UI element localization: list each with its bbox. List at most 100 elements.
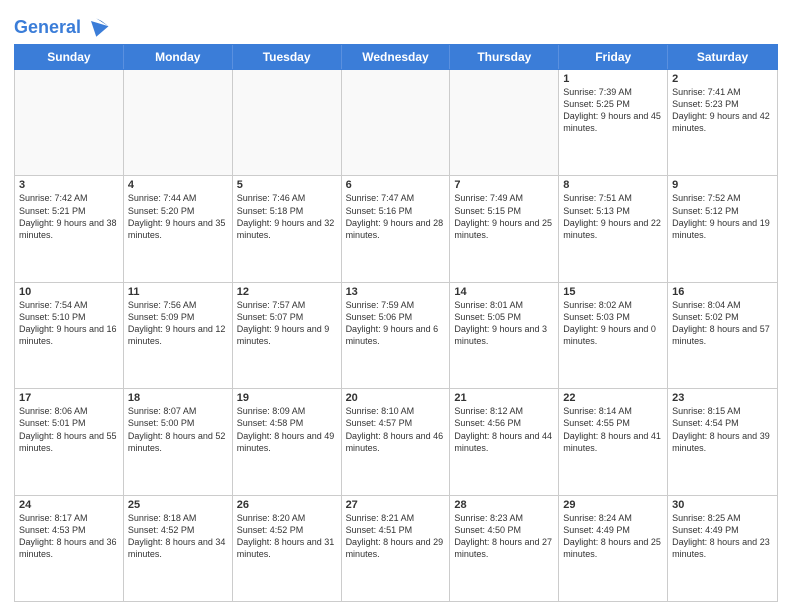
calendar-day-12: 12Sunrise: 7:57 AM Sunset: 5:07 PM Dayli… <box>233 283 342 388</box>
calendar-empty-cell <box>233 70 342 175</box>
day-number: 1 <box>563 73 663 85</box>
calendar-day-14: 14Sunrise: 8:01 AM Sunset: 5:05 PM Dayli… <box>450 283 559 388</box>
cell-info: Sunrise: 8:24 AM Sunset: 4:49 PM Dayligh… <box>563 512 663 561</box>
cell-info: Sunrise: 7:54 AM Sunset: 5:10 PM Dayligh… <box>19 299 119 348</box>
cell-info: Sunrise: 8:17 AM Sunset: 4:53 PM Dayligh… <box>19 512 119 561</box>
day-number: 21 <box>454 392 554 404</box>
cell-info: Sunrise: 8:18 AM Sunset: 4:52 PM Dayligh… <box>128 512 228 561</box>
calendar-day-3: 3Sunrise: 7:42 AM Sunset: 5:21 PM Daylig… <box>15 176 124 281</box>
calendar-day-16: 16Sunrise: 8:04 AM Sunset: 5:02 PM Dayli… <box>668 283 777 388</box>
calendar-day-2: 2Sunrise: 7:41 AM Sunset: 5:23 PM Daylig… <box>668 70 777 175</box>
cell-info: Sunrise: 7:57 AM Sunset: 5:07 PM Dayligh… <box>237 299 337 348</box>
day-number: 18 <box>128 392 228 404</box>
day-number: 11 <box>128 286 228 298</box>
cell-info: Sunrise: 7:56 AM Sunset: 5:09 PM Dayligh… <box>128 299 228 348</box>
calendar-row-4: 17Sunrise: 8:06 AM Sunset: 5:01 PM Dayli… <box>15 389 777 495</box>
calendar-day-8: 8Sunrise: 7:51 AM Sunset: 5:13 PM Daylig… <box>559 176 668 281</box>
calendar-day-18: 18Sunrise: 8:07 AM Sunset: 5:00 PM Dayli… <box>124 389 233 494</box>
calendar-day-30: 30Sunrise: 8:25 AM Sunset: 4:49 PM Dayli… <box>668 496 777 601</box>
day-number: 25 <box>128 499 228 511</box>
day-number: 30 <box>672 499 773 511</box>
day-number: 23 <box>672 392 773 404</box>
calendar-body: 1Sunrise: 7:39 AM Sunset: 5:25 PM Daylig… <box>14 70 778 602</box>
weekday-header-tuesday: Tuesday <box>233 45 342 69</box>
calendar-row-1: 1Sunrise: 7:39 AM Sunset: 5:25 PM Daylig… <box>15 70 777 176</box>
calendar-day-24: 24Sunrise: 8:17 AM Sunset: 4:53 PM Dayli… <box>15 496 124 601</box>
day-number: 20 <box>346 392 446 404</box>
calendar-day-17: 17Sunrise: 8:06 AM Sunset: 5:01 PM Dayli… <box>15 389 124 494</box>
cell-info: Sunrise: 7:39 AM Sunset: 5:25 PM Dayligh… <box>563 86 663 135</box>
calendar-empty-cell <box>450 70 559 175</box>
day-number: 10 <box>19 286 119 298</box>
calendar-day-13: 13Sunrise: 7:59 AM Sunset: 5:06 PM Dayli… <box>342 283 451 388</box>
header: General <box>14 10 778 38</box>
weekday-header-friday: Friday <box>559 45 668 69</box>
day-number: 2 <box>672 73 773 85</box>
day-number: 16 <box>672 286 773 298</box>
day-number: 9 <box>672 179 773 191</box>
calendar-day-5: 5Sunrise: 7:46 AM Sunset: 5:18 PM Daylig… <box>233 176 342 281</box>
day-number: 5 <box>237 179 337 191</box>
day-number: 14 <box>454 286 554 298</box>
day-number: 17 <box>19 392 119 404</box>
calendar-empty-cell <box>342 70 451 175</box>
logo: General <box>14 14 112 38</box>
calendar-day-6: 6Sunrise: 7:47 AM Sunset: 5:16 PM Daylig… <box>342 176 451 281</box>
cell-info: Sunrise: 8:09 AM Sunset: 4:58 PM Dayligh… <box>237 405 337 454</box>
calendar: SundayMondayTuesdayWednesdayThursdayFrid… <box>14 44 778 602</box>
cell-info: Sunrise: 7:41 AM Sunset: 5:23 PM Dayligh… <box>672 86 773 135</box>
calendar-day-11: 11Sunrise: 7:56 AM Sunset: 5:09 PM Dayli… <box>124 283 233 388</box>
day-number: 8 <box>563 179 663 191</box>
day-number: 24 <box>19 499 119 511</box>
cell-info: Sunrise: 8:15 AM Sunset: 4:54 PM Dayligh… <box>672 405 773 454</box>
logo-icon <box>84 14 112 42</box>
calendar-empty-cell <box>124 70 233 175</box>
cell-info: Sunrise: 8:02 AM Sunset: 5:03 PM Dayligh… <box>563 299 663 348</box>
logo-text: General <box>14 18 81 38</box>
day-number: 26 <box>237 499 337 511</box>
calendar-day-15: 15Sunrise: 8:02 AM Sunset: 5:03 PM Dayli… <box>559 283 668 388</box>
calendar-day-22: 22Sunrise: 8:14 AM Sunset: 4:55 PM Dayli… <box>559 389 668 494</box>
day-number: 12 <box>237 286 337 298</box>
cell-info: Sunrise: 7:42 AM Sunset: 5:21 PM Dayligh… <box>19 192 119 241</box>
calendar-day-29: 29Sunrise: 8:24 AM Sunset: 4:49 PM Dayli… <box>559 496 668 601</box>
weekday-header-saturday: Saturday <box>668 45 777 69</box>
day-number: 6 <box>346 179 446 191</box>
cell-info: Sunrise: 8:01 AM Sunset: 5:05 PM Dayligh… <box>454 299 554 348</box>
calendar-day-7: 7Sunrise: 7:49 AM Sunset: 5:15 PM Daylig… <box>450 176 559 281</box>
cell-info: Sunrise: 8:20 AM Sunset: 4:52 PM Dayligh… <box>237 512 337 561</box>
calendar-day-20: 20Sunrise: 8:10 AM Sunset: 4:57 PM Dayli… <box>342 389 451 494</box>
cell-info: Sunrise: 8:25 AM Sunset: 4:49 PM Dayligh… <box>672 512 773 561</box>
day-number: 4 <box>128 179 228 191</box>
calendar-day-4: 4Sunrise: 7:44 AM Sunset: 5:20 PM Daylig… <box>124 176 233 281</box>
cell-info: Sunrise: 8:14 AM Sunset: 4:55 PM Dayligh… <box>563 405 663 454</box>
cell-info: Sunrise: 8:12 AM Sunset: 4:56 PM Dayligh… <box>454 405 554 454</box>
cell-info: Sunrise: 8:21 AM Sunset: 4:51 PM Dayligh… <box>346 512 446 561</box>
cell-info: Sunrise: 7:47 AM Sunset: 5:16 PM Dayligh… <box>346 192 446 241</box>
cell-info: Sunrise: 7:46 AM Sunset: 5:18 PM Dayligh… <box>237 192 337 241</box>
calendar-header: SundayMondayTuesdayWednesdayThursdayFrid… <box>14 44 778 70</box>
cell-info: Sunrise: 8:06 AM Sunset: 5:01 PM Dayligh… <box>19 405 119 454</box>
calendar-day-27: 27Sunrise: 8:21 AM Sunset: 4:51 PM Dayli… <box>342 496 451 601</box>
day-number: 29 <box>563 499 663 511</box>
calendar-row-2: 3Sunrise: 7:42 AM Sunset: 5:21 PM Daylig… <box>15 176 777 282</box>
calendar-day-23: 23Sunrise: 8:15 AM Sunset: 4:54 PM Dayli… <box>668 389 777 494</box>
cell-info: Sunrise: 8:23 AM Sunset: 4:50 PM Dayligh… <box>454 512 554 561</box>
cell-info: Sunrise: 7:52 AM Sunset: 5:12 PM Dayligh… <box>672 192 773 241</box>
day-number: 13 <box>346 286 446 298</box>
calendar-day-10: 10Sunrise: 7:54 AM Sunset: 5:10 PM Dayli… <box>15 283 124 388</box>
page: General SundayMondayTuesdayWednesdayThur… <box>0 0 792 612</box>
cell-info: Sunrise: 8:10 AM Sunset: 4:57 PM Dayligh… <box>346 405 446 454</box>
day-number: 28 <box>454 499 554 511</box>
day-number: 19 <box>237 392 337 404</box>
weekday-header-wednesday: Wednesday <box>342 45 451 69</box>
calendar-day-19: 19Sunrise: 8:09 AM Sunset: 4:58 PM Dayli… <box>233 389 342 494</box>
day-number: 3 <box>19 179 119 191</box>
calendar-day-9: 9Sunrise: 7:52 AM Sunset: 5:12 PM Daylig… <box>668 176 777 281</box>
calendar-day-26: 26Sunrise: 8:20 AM Sunset: 4:52 PM Dayli… <box>233 496 342 601</box>
calendar-day-1: 1Sunrise: 7:39 AM Sunset: 5:25 PM Daylig… <box>559 70 668 175</box>
cell-info: Sunrise: 7:49 AM Sunset: 5:15 PM Dayligh… <box>454 192 554 241</box>
day-number: 22 <box>563 392 663 404</box>
calendar-empty-cell <box>15 70 124 175</box>
calendar-day-25: 25Sunrise: 8:18 AM Sunset: 4:52 PM Dayli… <box>124 496 233 601</box>
